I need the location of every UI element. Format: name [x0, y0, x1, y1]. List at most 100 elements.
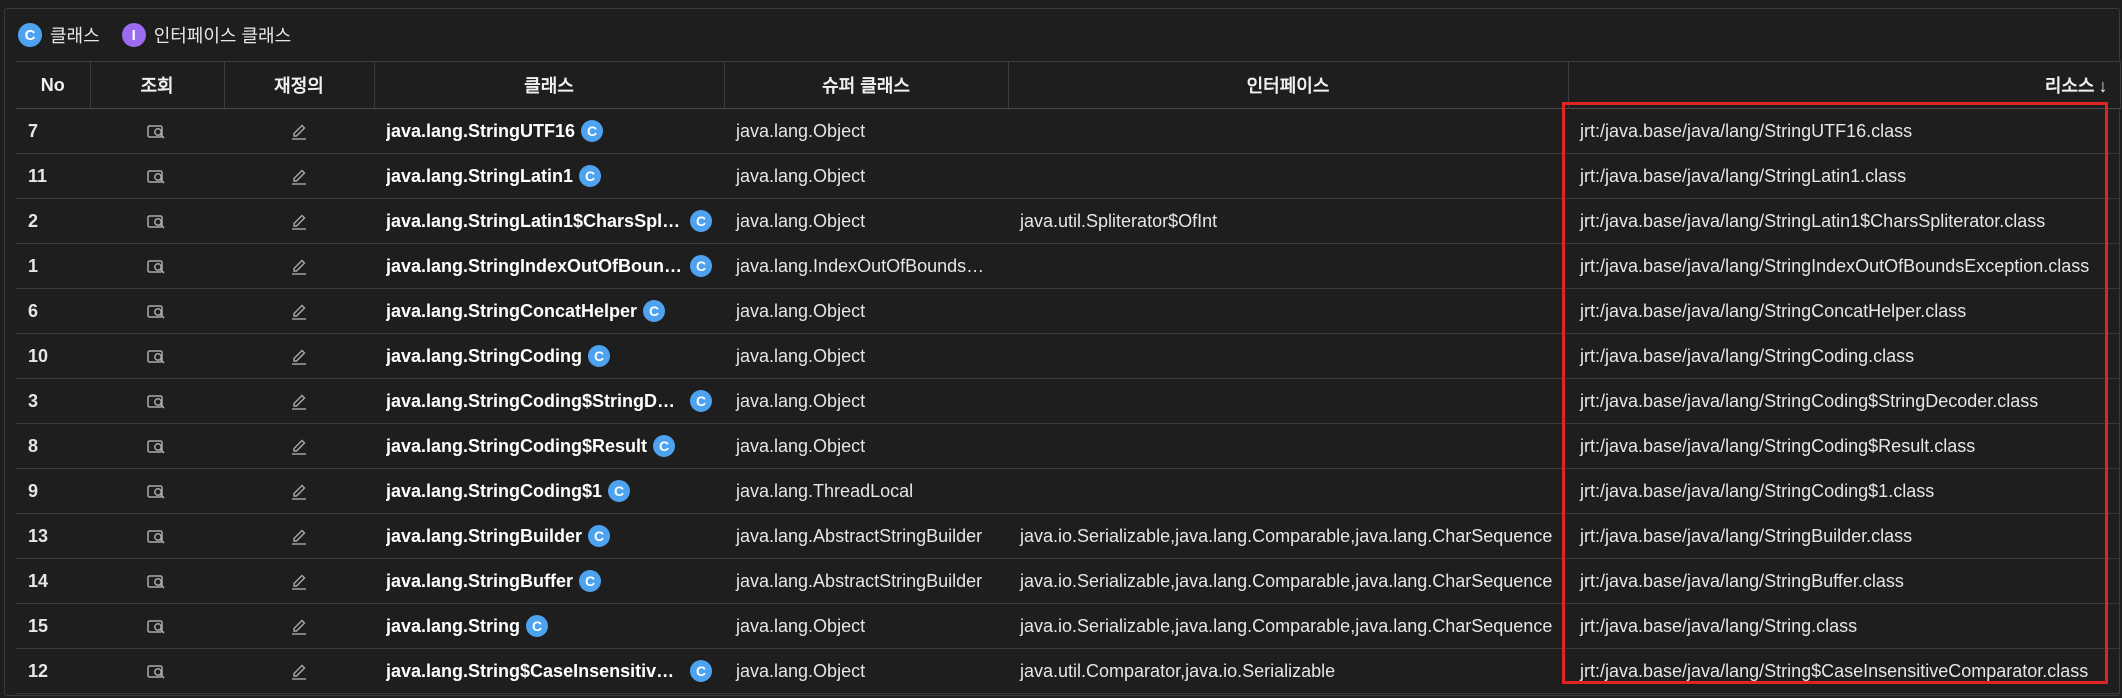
class-type-badge-icon: C — [579, 165, 602, 187]
resource-cell: jrt:/java.base/java/lang/String$CaseInse… — [1568, 648, 2120, 694]
redefine-button[interactable] — [224, 558, 374, 604]
class-cell[interactable]: java.lang.String$CaseInsensitiveC… C — [374, 648, 724, 694]
view-button[interactable] — [90, 243, 224, 289]
class-cell[interactable]: java.lang.StringBuilder C — [374, 513, 724, 559]
sort-descending-icon[interactable]: ↓ — [2099, 76, 2108, 96]
redefine-button[interactable] — [224, 603, 374, 649]
column-header-view[interactable]: 조회 — [90, 61, 225, 109]
view-button[interactable] — [90, 603, 224, 649]
interface-cell — [1008, 423, 1568, 469]
redefine-button[interactable] — [224, 513, 374, 559]
edit-icon — [288, 121, 310, 141]
redefine-button[interactable] — [224, 153, 374, 199]
class-name: java.lang.StringCoding$Result — [386, 435, 648, 456]
table-row[interactable]: 13 java.lang.StringBuilder Cjava.lang.Abst… — [16, 513, 2120, 559]
super-class-cell: java.lang.Object — [724, 648, 1008, 694]
super-class-cell: java.lang.Object — [724, 423, 1008, 469]
table-row[interactable]: 6 java.lang.StringConcatHelper Cjava.lang.… — [16, 288, 2120, 334]
resource-cell: jrt:/java.base/java/lang/StringConcatHel… — [1568, 288, 2120, 334]
redefine-button[interactable] — [224, 333, 374, 379]
table-row[interactable]: 15 java.lang.String Cjava.lang.Object java.… — [16, 603, 2120, 649]
row-number: 10 — [16, 333, 90, 379]
interface-cell: java.io.Serializable,java.lang.Comparabl… — [1008, 513, 1568, 559]
class-cell[interactable]: java.lang.StringCoding$1 C — [374, 468, 724, 514]
resource-cell: jrt:/java.base/java/lang/StringUTF16.cla… — [1568, 108, 2120, 154]
interface-cell: java.util.Spliterator$OfInt — [1008, 198, 1568, 244]
view-button[interactable] — [90, 423, 224, 469]
table-row[interactable]: 7 java.lang.StringUTF16 Cjava.lang.Object j… — [16, 108, 2120, 154]
view-button[interactable] — [90, 108, 224, 154]
redefine-button[interactable] — [224, 378, 374, 424]
table-row[interactable]: 3 java.lang.StringCoding$StringDec… Cjava.… — [16, 378, 2120, 424]
table-row[interactable]: 8 java.lang.StringCoding$Result Cjava.lang… — [16, 423, 2120, 469]
table-row[interactable]: 11 java.lang.StringLatin1 Cjava.lang.Objec… — [16, 153, 2120, 199]
edit-icon — [288, 391, 310, 411]
class-name: java.lang.StringUTF16 — [386, 120, 576, 141]
table-row[interactable]: 2 java.lang.StringLatin1$CharsSplite… Cjav… — [16, 198, 2120, 244]
class-name: java.lang.StringBuffer — [386, 570, 574, 591]
table-row[interactable]: 9 java.lang.StringCoding$1 Cjava.lang.Thre… — [16, 468, 2120, 514]
super-class-cell: java.lang.Object — [724, 108, 1008, 154]
row-number: 1 — [16, 243, 90, 289]
super-class-cell: java.lang.Object — [724, 603, 1008, 649]
view-button[interactable] — [90, 288, 224, 334]
super-class-cell: java.lang.Object — [724, 288, 1008, 334]
row-number: 9 — [16, 468, 90, 514]
redefine-button[interactable] — [224, 108, 374, 154]
redefine-button[interactable] — [224, 243, 374, 289]
row-number: 6 — [16, 288, 90, 334]
redefine-button[interactable] — [224, 423, 374, 469]
class-cell[interactable]: java.lang.StringBuffer C — [374, 558, 724, 604]
table-row[interactable]: 12 java.lang.String$CaseInsensitiveC… Cjav… — [16, 648, 2120, 694]
class-legend-label: 클래스 — [50, 26, 100, 46]
redefine-button[interactable] — [224, 648, 374, 694]
table-row[interactable]: 14 java.lang.StringBuffer Cjava.lang.Abstr… — [16, 558, 2120, 604]
class-cell[interactable]: java.lang.StringLatin1 C — [374, 153, 724, 199]
class-cell[interactable]: java.lang.StringCoding$StringDec… C — [374, 378, 724, 424]
view-icon — [146, 571, 168, 591]
redefine-button[interactable] — [224, 468, 374, 514]
class-cell[interactable]: java.lang.String C — [374, 603, 724, 649]
table-row[interactable]: 1 java.lang.StringIndexOutOfBounds… Cjava.… — [16, 243, 2120, 289]
class-cell[interactable]: java.lang.StringCoding C — [374, 333, 724, 379]
view-button[interactable] — [90, 153, 224, 199]
interface-cell — [1008, 153, 1568, 199]
row-number: 13 — [16, 513, 90, 559]
edit-icon — [288, 256, 310, 276]
edit-icon — [288, 436, 310, 456]
view-button[interactable] — [90, 378, 224, 424]
column-header-resource[interactable]: 리소스 ↓ — [1568, 61, 2121, 109]
class-table: No 조회 재정의 클래스 슈퍼 클래스 인터페이스 리소스 ↓ 7 java.la… — [16, 61, 2121, 694]
class-name: java.lang.StringIndexOutOfBounds… — [386, 255, 684, 276]
edit-icon — [288, 616, 310, 636]
redefine-button[interactable] — [224, 288, 374, 334]
column-header-interface[interactable]: 인터페이스 — [1008, 61, 1569, 109]
view-button[interactable] — [90, 333, 224, 379]
resource-cell: jrt:/java.base/java/lang/StringCoding$1.… — [1568, 468, 2120, 514]
interface-cell — [1008, 288, 1568, 334]
interface-cell: java.io.Serializable,java.lang.Comparabl… — [1008, 603, 1568, 649]
class-name: java.lang.StringLatin1 — [386, 165, 574, 186]
interface-cell — [1008, 108, 1568, 154]
view-button[interactable] — [90, 198, 224, 244]
view-button[interactable] — [90, 558, 224, 604]
interface-legend-label: 인터페이스 클래스 — [153, 26, 292, 46]
redefine-button[interactable] — [224, 198, 374, 244]
column-header-super-class[interactable]: 슈퍼 클래스 — [724, 61, 1009, 109]
view-icon — [146, 526, 168, 546]
class-name: java.lang.StringConcatHelper — [386, 300, 638, 321]
table-row[interactable]: 10 java.lang.StringCoding Cjava.lang.Objec… — [16, 333, 2120, 379]
column-header-no[interactable]: No — [16, 61, 91, 109]
view-button[interactable] — [90, 648, 224, 694]
class-cell[interactable]: java.lang.StringCoding$Result C — [374, 423, 724, 469]
column-header-redefine[interactable]: 재정의 — [224, 61, 375, 109]
view-button[interactable] — [90, 468, 224, 514]
class-cell[interactable]: java.lang.StringLatin1$CharsSplite… C — [374, 198, 724, 244]
class-cell[interactable]: java.lang.StringUTF16 C — [374, 108, 724, 154]
class-cell[interactable]: java.lang.StringConcatHelper C — [374, 288, 724, 334]
edit-icon — [288, 211, 310, 231]
view-button[interactable] — [90, 513, 224, 559]
class-name: java.lang.StringLatin1$CharsSplite… — [386, 210, 684, 231]
class-cell[interactable]: java.lang.StringIndexOutOfBounds… C — [374, 243, 724, 289]
column-header-class[interactable]: 클래스 — [374, 61, 725, 109]
